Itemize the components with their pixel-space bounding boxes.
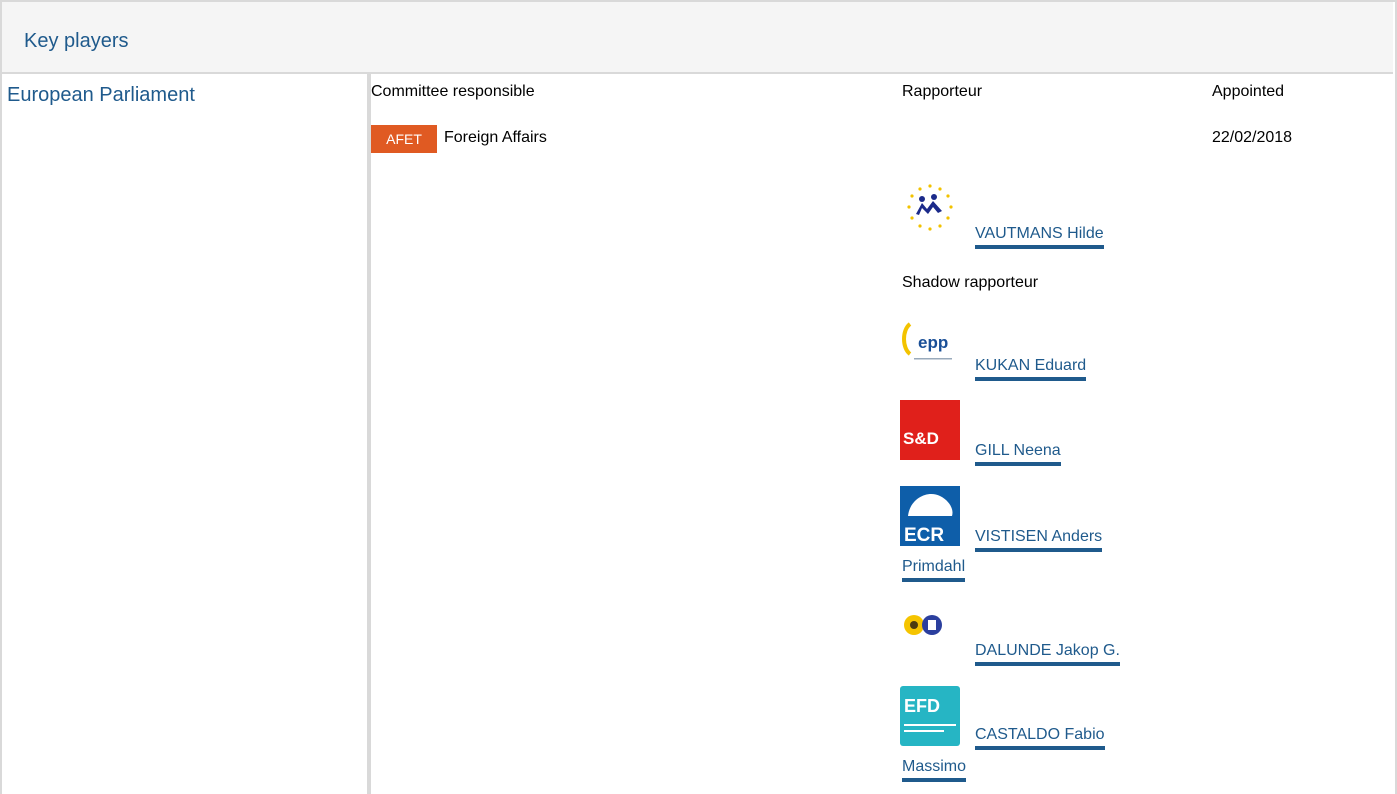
institution-label[interactable]: European Parliament — [7, 84, 195, 107]
panel-header: Key players — [2, 2, 1393, 74]
shadow-rapporteur-link[interactable]: GILL Neena — [975, 436, 1235, 466]
ecr-group-logo: ECR — [900, 486, 960, 546]
shadow-rapporteur-link-continued[interactable]: Massimo — [902, 752, 1162, 782]
committee-badge[interactable]: AFET — [371, 125, 437, 153]
sd-group-logo: S&D — [900, 400, 960, 460]
svg-text:ECR: ECR — [904, 525, 944, 546]
appointed-column-header: Appointed — [1212, 83, 1285, 100]
svg-text:epp: epp — [918, 333, 948, 352]
shadow-rapporteur-link[interactable]: CASTALDO Fabio — [975, 720, 1235, 750]
appointed-date: 22/02/2018 — [1212, 129, 1293, 146]
committee-column-header: Committee responsible — [371, 83, 535, 100]
committee-name: Foreign Affairs — [444, 129, 547, 146]
renew-group-logo — [900, 180, 960, 240]
svg-text:EFD: EFD — [904, 696, 940, 716]
shadow-rapporteur-link[interactable]: KUKAN Eduard — [975, 351, 1235, 381]
column-divider — [367, 74, 371, 794]
key-players-panel — [0, 0, 1397, 794]
rapporteur-column-header: Rapporteur — [902, 83, 983, 100]
shadow-rapporteur-link-continued[interactable]: Primdahl — [902, 552, 1162, 582]
shadow-rapporteur-link[interactable]: DALUNDE Jakop G. — [975, 636, 1235, 666]
panel-title: Key players — [24, 30, 129, 52]
greens-efa-group-logo — [900, 610, 960, 670]
shadow-rapporteur-link[interactable]: VISTISEN Anders — [975, 522, 1235, 552]
epp-group-logo: epp — [900, 314, 960, 374]
efdd-group-logo: EFD — [900, 686, 960, 746]
shadow-rapporteur-label: Shadow rapporteur — [902, 274, 1039, 291]
svg-text:S&D: S&D — [903, 429, 939, 448]
rapporteur-link[interactable]: VAUTMANS Hilde — [975, 219, 1235, 249]
